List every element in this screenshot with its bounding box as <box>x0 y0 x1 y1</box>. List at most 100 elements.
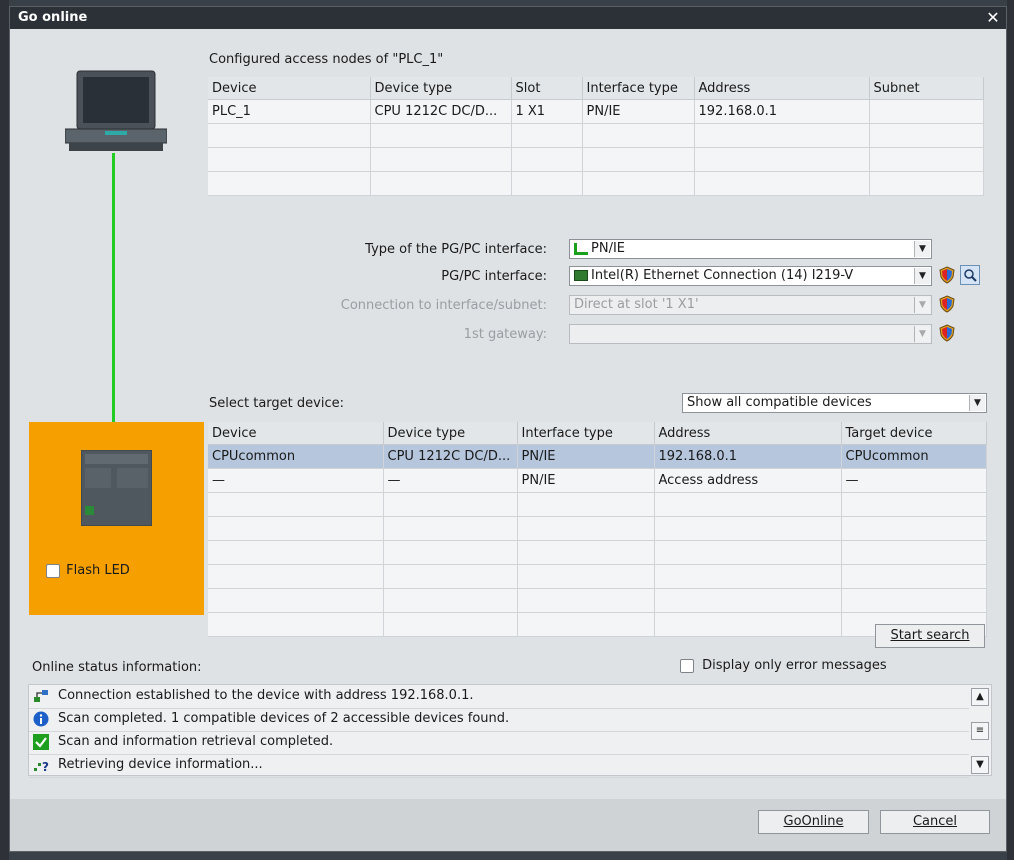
go-online-button[interactable]: GoOnline <box>758 810 869 834</box>
col-slot[interactable]: Slot <box>511 77 583 100</box>
list-item: Scan completed. 1 compatible devices of … <box>29 708 969 732</box>
cell-address: 192.168.0.1 <box>694 99 870 124</box>
table-row <box>208 492 987 517</box>
cell-device-type: — <box>383 468 518 493</box>
pgpc-laptop-icon <box>65 70 167 151</box>
flash-led-box[interactable] <box>46 563 60 578</box>
cell-device: PLC_1 <box>208 99 371 124</box>
pgpc-interface-value: Intel(R) Ethernet Connection (14) I219-V <box>591 268 854 283</box>
flash-led-checkbox[interactable]: Flash LED <box>46 563 130 578</box>
pgpc-type-select[interactable]: PN/IE ▼ <box>569 239 932 259</box>
connection-line <box>112 153 115 449</box>
target-device-table: Device Device type Interface type Addres… <box>208 422 987 637</box>
target-device-panel: Flash LED <box>29 422 204 615</box>
dialog-title: Go online <box>18 10 88 25</box>
pgpc-interface-label: PG/PC interface: <box>441 269 547 284</box>
chevron-down-icon[interactable]: ▼ <box>969 395 985 411</box>
go-online-dialog: Go online ✕ Configured access nodes of "… <box>9 6 1007 852</box>
target-header-row: Device Device type Interface type Addres… <box>208 422 987 445</box>
table-row <box>208 516 987 541</box>
cell-address: Access address <box>654 468 842 493</box>
table-row[interactable]: PLC_1 CPU 1212C DC/D... 1 X1 PN/IE 192.1… <box>208 99 984 124</box>
dialog-body: Configured access nodes of "PLC_1" Devic… <box>10 29 1006 851</box>
chevron-down-icon[interactable]: ▼ <box>914 241 930 257</box>
status-message-text: Connection established to the device wit… <box>58 688 474 703</box>
cell-device-type: CPU 1212C DC/D... <box>370 99 512 124</box>
col-target-device[interactable]: Target device <box>841 422 987 445</box>
col-device-type[interactable]: Device type <box>370 77 512 100</box>
col-device[interactable]: Device <box>208 422 384 445</box>
start-search-button[interactable]: Start search <box>875 624 985 648</box>
col-interface-type[interactable]: Interface type <box>582 77 695 100</box>
close-button[interactable]: ✕ <box>984 9 1002 27</box>
cell-device: — <box>208 468 384 493</box>
cell-interface-type: PN/IE <box>517 444 655 469</box>
cell-slot: 1 X1 <box>511 99 583 124</box>
cell-device-type: CPU 1212C DC/D... <box>383 444 518 469</box>
col-device[interactable]: Device <box>208 77 371 100</box>
network-card-icon <box>574 270 588 281</box>
background-window-left <box>0 0 9 860</box>
flash-led-label: Flash LED <box>66 563 130 578</box>
configured-header-row: Device Device type Slot Interface type A… <box>208 77 984 100</box>
table-row <box>208 123 984 148</box>
table-row <box>208 171 984 196</box>
table-row[interactable]: CPUcommon CPU 1212C DC/D... PN/IE 192.16… <box>208 444 987 469</box>
shield-icon[interactable] <box>938 295 956 313</box>
error-only-box[interactable] <box>680 658 694 673</box>
scroll-down-button[interactable]: ▼ <box>971 756 989 774</box>
configured-table: Device Device type Slot Interface type A… <box>208 77 984 196</box>
connection-subnet-label: Connection to interface/subnet: <box>340 298 547 313</box>
shield-icon[interactable] <box>938 324 956 342</box>
error-only-label: Display only error messages <box>702 658 887 673</box>
cell-interface-type: PN/IE <box>582 99 695 124</box>
connection-subnet-select[interactable]: Direct at slot '1 X1' ▼ <box>569 295 932 315</box>
svg-text:?: ? <box>42 760 49 773</box>
shield-icon[interactable] <box>938 266 956 284</box>
col-address[interactable]: Address <box>654 422 842 445</box>
col-address[interactable]: Address <box>694 77 870 100</box>
info-icon <box>33 711 49 727</box>
title-bar: Go online ✕ <box>10 7 1006 29</box>
col-interface-type[interactable]: Interface type <box>517 422 655 445</box>
status-message-text: Retrieving device information... <box>58 757 263 772</box>
properties-button[interactable] <box>960 265 980 285</box>
cell-target-device: CPUcommon <box>841 444 987 469</box>
scroll-thumb[interactable]: ≡ <box>971 722 989 740</box>
device-filter-select[interactable]: Show all compatible devices ▼ <box>682 393 987 413</box>
table-row[interactable]: — — PN/IE Access address — <box>208 468 987 493</box>
chevron-down-icon[interactable]: ▼ <box>914 326 930 342</box>
pgpc-interface-select[interactable]: Intel(R) Ethernet Connection (14) I219-V… <box>569 266 932 286</box>
status-message-text: Scan and information retrieval completed… <box>58 734 334 749</box>
background-window-right <box>1007 0 1014 860</box>
list-item: Connection established to the device wit… <box>29 685 969 709</box>
table-row <box>208 147 984 172</box>
cell-interface-type: PN/IE <box>517 468 655 493</box>
col-device-type[interactable]: Device type <box>383 422 518 445</box>
scroll-up-button[interactable]: ▲ <box>971 688 989 706</box>
chevron-down-icon[interactable]: ▼ <box>914 297 930 313</box>
list-item: ? Retrieving device information... <box>29 754 969 778</box>
cell-subnet <box>869 99 984 124</box>
retrieving-icon: ? <box>34 760 49 773</box>
status-heading: Online status information: <box>32 660 202 675</box>
pgpc-type-value: PN/IE <box>591 241 625 256</box>
table-row <box>208 588 987 613</box>
chevron-down-icon[interactable]: ▼ <box>914 268 930 284</box>
list-item: Scan and information retrieval completed… <box>29 731 969 755</box>
gateway-label: 1st gateway: <box>463 327 547 342</box>
plc-device-icon <box>81 450 152 526</box>
dialog-button-bar: GoOnline Cancel <box>10 799 1006 851</box>
check-icon <box>33 734 49 750</box>
configured-heading: Configured access nodes of "PLC_1" <box>209 52 444 67</box>
device-filter-value: Show all compatible devices <box>687 395 872 410</box>
col-subnet[interactable]: Subnet <box>869 77 984 100</box>
status-message-text: Scan completed. 1 compatible devices of … <box>58 711 510 726</box>
table-row <box>208 612 987 637</box>
pn-ie-icon <box>574 242 588 255</box>
gateway-select[interactable]: ▼ <box>569 324 932 344</box>
cell-address: 192.168.0.1 <box>654 444 842 469</box>
cancel-button[interactable]: Cancel <box>880 810 990 834</box>
cell-target-device: — <box>841 468 987 493</box>
error-only-checkbox[interactable]: Display only error messages <box>680 658 887 673</box>
